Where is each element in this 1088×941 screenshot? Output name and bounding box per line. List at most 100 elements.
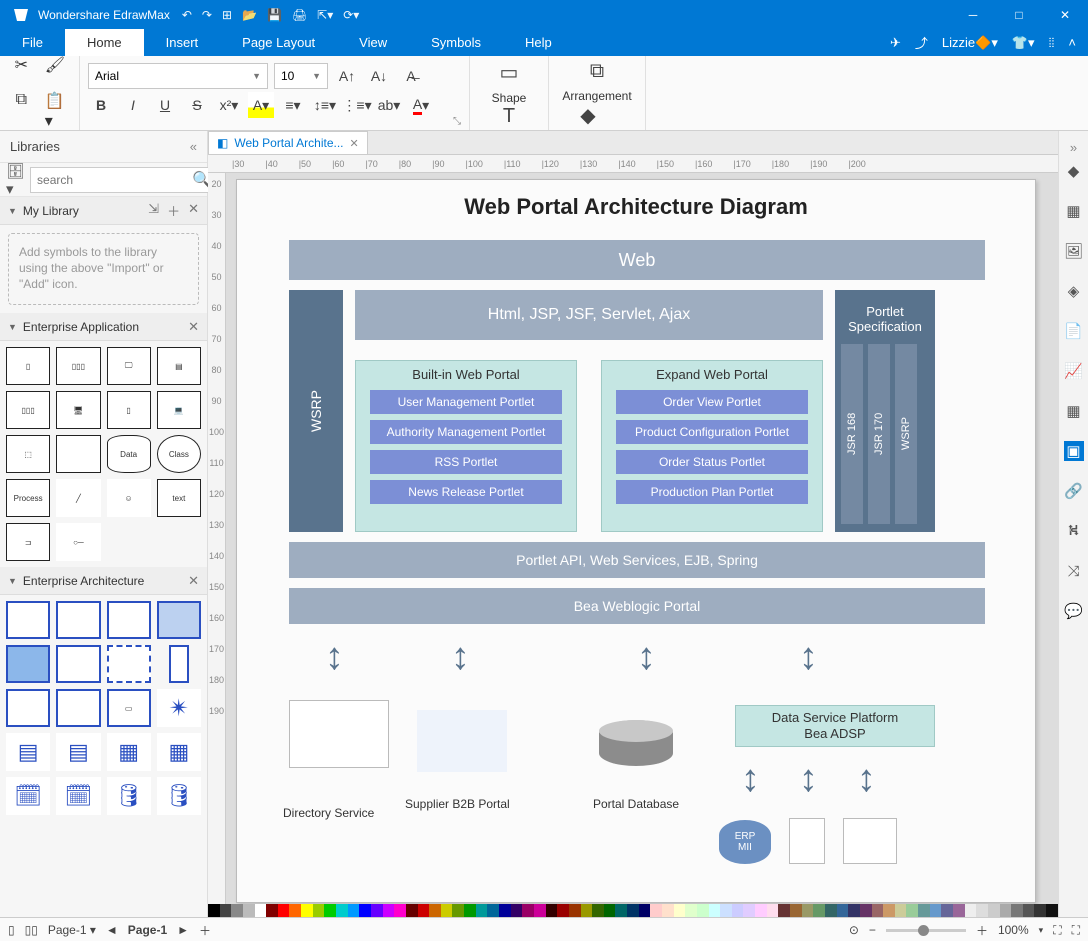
zoom-in-icon[interactable]: ＋ [976, 922, 988, 939]
shape-books[interactable]: ▯▯▯ [6, 391, 50, 429]
clear-format-icon[interactable]: A̶ [398, 63, 424, 89]
tab-symbols[interactable]: Symbols [409, 29, 503, 56]
shape-monitor[interactable]: 🖵 [107, 347, 151, 385]
chart-panel-icon[interactable]: 📈 [1064, 361, 1084, 381]
add-page-icon[interactable]: ＋ [199, 922, 211, 939]
tab-insert[interactable]: Insert [144, 29, 221, 56]
shape-process[interactable]: Process [6, 479, 50, 517]
shape-actor[interactable]: ☺ [107, 479, 151, 517]
box-api[interactable]: Portlet API, Web Services, EJB, Spring [289, 542, 985, 578]
zoom-out-icon[interactable]: − [869, 923, 876, 937]
box-data-service[interactable]: Data Service PlatformBea ADSP [735, 705, 935, 747]
shape-rect[interactable] [56, 435, 100, 473]
search-input[interactable]: 🔍 [30, 167, 219, 193]
close-section-icon[interactable]: ✕ [188, 201, 199, 220]
layers-panel-icon[interactable]: ◈ [1064, 281, 1084, 301]
search-doc-icon[interactable] [843, 818, 897, 864]
section-enterprise-application[interactable]: ▼Enterprise Application✕ [0, 313, 207, 341]
links-panel-icon[interactable]: 🔗 [1064, 481, 1084, 501]
bold-icon[interactable]: B [88, 92, 114, 118]
textcase-icon[interactable]: ab▾ [376, 92, 402, 118]
tree-panel-icon[interactable]: ⛕ [1064, 521, 1084, 541]
close-section-icon[interactable]: ✕ [188, 573, 199, 589]
tab-home[interactable]: Home [65, 29, 144, 56]
fit-page-icon[interactable]: ⛶ [1053, 923, 1061, 938]
fullscreen-icon[interactable]: ⛶ [1072, 923, 1080, 938]
close-tab-icon[interactable]: ✕ [350, 137, 359, 150]
font-combo[interactable]: Arial▼ [88, 63, 268, 89]
collapse-ribbon-icon[interactable]: ˄ [1068, 35, 1076, 50]
tab-page-layout[interactable]: Page Layout [220, 29, 337, 56]
shape-laptop[interactable]: 💻 [157, 391, 201, 429]
page-panel-icon[interactable]: 📄 [1064, 321, 1084, 341]
box-expand-portal[interactable]: Expand Web Portal Order View Portlet Pro… [601, 360, 823, 532]
shape-rack[interactable]: ▤ [157, 347, 201, 385]
section-enterprise-architecture[interactable]: ▼Enterprise Architecture✕ [0, 567, 207, 595]
table-panel-icon[interactable]: ▦ [1064, 401, 1084, 421]
font-expand-icon[interactable]: ⤡ [453, 116, 461, 127]
shape-cylinder[interactable]: Data [107, 435, 151, 473]
paste-icon[interactable]: 📋▾ [39, 85, 71, 137]
shape-servers[interactable]: ▯▯▯ [56, 347, 100, 385]
decrease-font-icon[interactable]: A↓ [366, 63, 392, 89]
directory-graphic[interactable] [289, 700, 389, 768]
save-icon[interactable]: 💾 [267, 8, 282, 22]
shape-circle-line[interactable]: ○─ [56, 523, 100, 561]
underline-icon[interactable]: U [152, 92, 178, 118]
next-page-icon[interactable]: ► [177, 923, 189, 937]
page-tab[interactable]: Page-1 [128, 923, 167, 937]
share-icon[interactable]: ⤴ [915, 33, 928, 52]
bullets-icon[interactable]: ⋮≡▾ [344, 92, 370, 118]
database-icon[interactable] [599, 720, 673, 766]
send-icon[interactable]: ✈ [890, 35, 901, 51]
image-panel-icon[interactable]: 🖼 [1064, 241, 1084, 261]
zoom-slider[interactable] [886, 929, 966, 932]
box-portlet-spec[interactable]: Portlet Specification JSR 168 JSR 170 WS… [835, 290, 935, 532]
comment-panel-icon[interactable]: 💬 [1064, 601, 1084, 621]
shapes-panel-icon[interactable]: ▦ [1064, 201, 1084, 221]
fontcolor-icon[interactable]: A▾ [408, 92, 434, 118]
new-icon[interactable]: ⊞ [222, 8, 232, 22]
doc-icon[interactable] [789, 818, 825, 864]
tab-help[interactable]: Help [503, 29, 574, 56]
cut-icon[interactable]: ✂ [9, 49, 34, 81]
shape-server[interactable]: ▯ [107, 391, 151, 429]
shape-button[interactable]: ▭Shape [478, 60, 540, 105]
box-web[interactable]: Web [289, 240, 985, 280]
linespace-icon[interactable]: ↕≡▾ [312, 92, 338, 118]
redo-icon[interactable]: ↷ [202, 8, 212, 22]
superscript-icon[interactable]: x²▾ [216, 92, 242, 118]
print-icon[interactable]: 🖨 [292, 8, 307, 22]
maximize-button[interactable]: □ [996, 0, 1042, 29]
strike-icon[interactable]: S [184, 92, 210, 118]
shape-ellipse[interactable]: Class [157, 435, 201, 473]
user-name[interactable]: Lizzie🔶▾ [942, 35, 998, 51]
help-icon[interactable]: ⟳▾ [343, 8, 359, 22]
export-icon[interactable]: ⇱▾ [317, 8, 333, 22]
close-section-icon[interactable]: ✕ [188, 319, 199, 335]
highlight-icon[interactable]: A▾ [248, 92, 274, 118]
view-single-icon[interactable]: ▯ [8, 923, 15, 937]
canvas-page[interactable]: Web Portal Architecture Diagram Web WSRP… [236, 179, 1036, 903]
box-bea[interactable]: Bea Weblogic Portal [289, 588, 985, 624]
color-bar[interactable] [208, 904, 1058, 917]
format-painter-icon[interactable]: 🖌 [39, 49, 71, 81]
properties-panel-icon[interactable]: ▣ [1064, 441, 1084, 461]
align-icon[interactable]: ≡▾ [280, 92, 306, 118]
page-combo[interactable]: Page-1 ▾ [48, 923, 96, 937]
minimize-button[interactable]: ─ [950, 0, 996, 29]
box-wsrp[interactable]: WSRP [289, 290, 343, 532]
shape-tower[interactable]: ▯ [6, 347, 50, 385]
collapse-sidebar-icon[interactable]: « [190, 139, 197, 154]
close-button[interactable]: ✕ [1042, 0, 1088, 29]
fill-panel-icon[interactable]: ◆ [1064, 161, 1084, 181]
b2b-graphic[interactable] [417, 710, 507, 772]
open-icon[interactable]: 📂 [242, 8, 257, 22]
import-icon[interactable]: ⇲ [148, 201, 159, 220]
prev-page-icon[interactable]: ◄ [106, 923, 118, 937]
library-menu-icon[interactable]: 🗄▾ [6, 162, 25, 198]
theme-icon[interactable]: 👕▾ [1012, 35, 1035, 51]
shape-pc[interactable]: 🖥 [56, 391, 100, 429]
apps-icon[interactable]: ⦙⦙ [1049, 35, 1055, 51]
shape-text[interactable]: text [157, 479, 201, 517]
